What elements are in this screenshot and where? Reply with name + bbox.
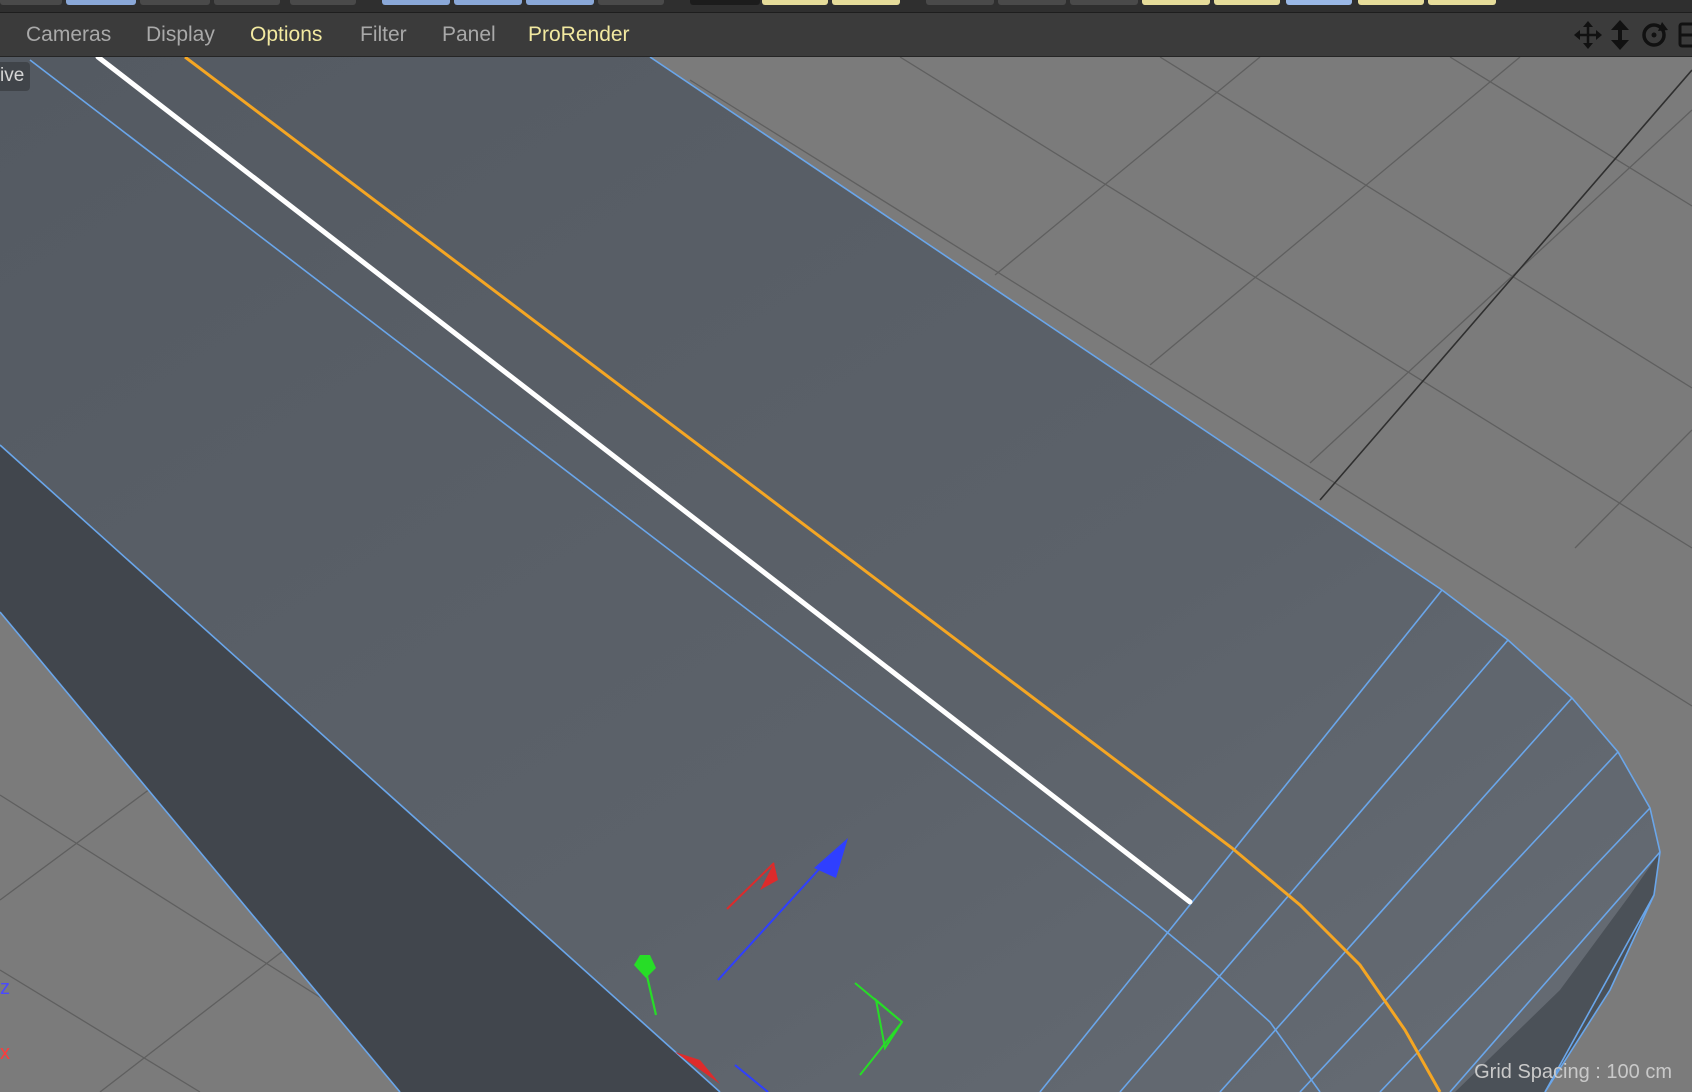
toolbar-button[interactable] — [140, 0, 210, 5]
toolbar-button[interactable] — [382, 0, 450, 5]
cinema4d-viewport-window: Cameras Display Options Filter Panel Pro… — [0, 0, 1692, 1092]
grid-spacing-readout: Grid Spacing : 100 cm — [1474, 1061, 1672, 1083]
toolbar-button[interactable] — [1070, 0, 1138, 5]
toolbar-button[interactable] — [598, 0, 664, 5]
toolbar-button[interactable] — [66, 0, 136, 5]
toolbar-button[interactable] — [1358, 0, 1424, 5]
toolbar-button[interactable] — [454, 0, 522, 5]
axis-z-label: z — [0, 977, 10, 999]
toolbar-button[interactable] — [926, 0, 994, 5]
menu-filter[interactable]: Filter — [360, 22, 407, 48]
3d-viewport[interactable]: ive z x Grid Spacing : 100 cm — [0, 57, 1692, 1092]
axis-x-label: x — [0, 1042, 10, 1064]
camera-label[interactable]: ive — [0, 62, 31, 91]
rotate-icon[interactable] — [1642, 22, 1668, 47]
menu-panel[interactable]: Panel — [442, 22, 496, 48]
toolbar-button[interactable] — [0, 0, 62, 5]
toolbar-button[interactable] — [998, 0, 1066, 5]
move-cross-icon[interactable] — [1574, 21, 1602, 49]
viewport-menu-bar: Cameras Display Options Filter Panel Pro… — [0, 13, 1692, 57]
toolbar-button[interactable] — [1286, 0, 1352, 5]
menu-display[interactable]: Display — [146, 22, 215, 48]
viewport-canvas[interactable] — [0, 57, 1692, 1092]
toolbar-button[interactable] — [762, 0, 828, 5]
toolbar-button[interactable] — [290, 0, 356, 5]
toolbar-button[interactable] — [1214, 0, 1280, 5]
toolbar-button[interactable] — [690, 0, 760, 5]
menu-cameras[interactable]: Cameras — [26, 22, 111, 48]
toolbar-button[interactable] — [1142, 0, 1210, 5]
toolbar-button[interactable] — [832, 0, 900, 5]
toolbar-button[interactable] — [526, 0, 594, 5]
menu-options[interactable]: Options — [250, 22, 322, 48]
menu-prorender[interactable]: ProRender — [528, 22, 630, 48]
panel-toggle-icon[interactable] — [1678, 22, 1692, 48]
viewport-navigation-icons — [1572, 19, 1692, 51]
toolbar-button[interactable] — [214, 0, 280, 5]
toolbar-button[interactable] — [1428, 0, 1496, 5]
zoom-arrows-icon[interactable] — [1611, 20, 1629, 50]
toolbar-strip — [0, 0, 1692, 13]
